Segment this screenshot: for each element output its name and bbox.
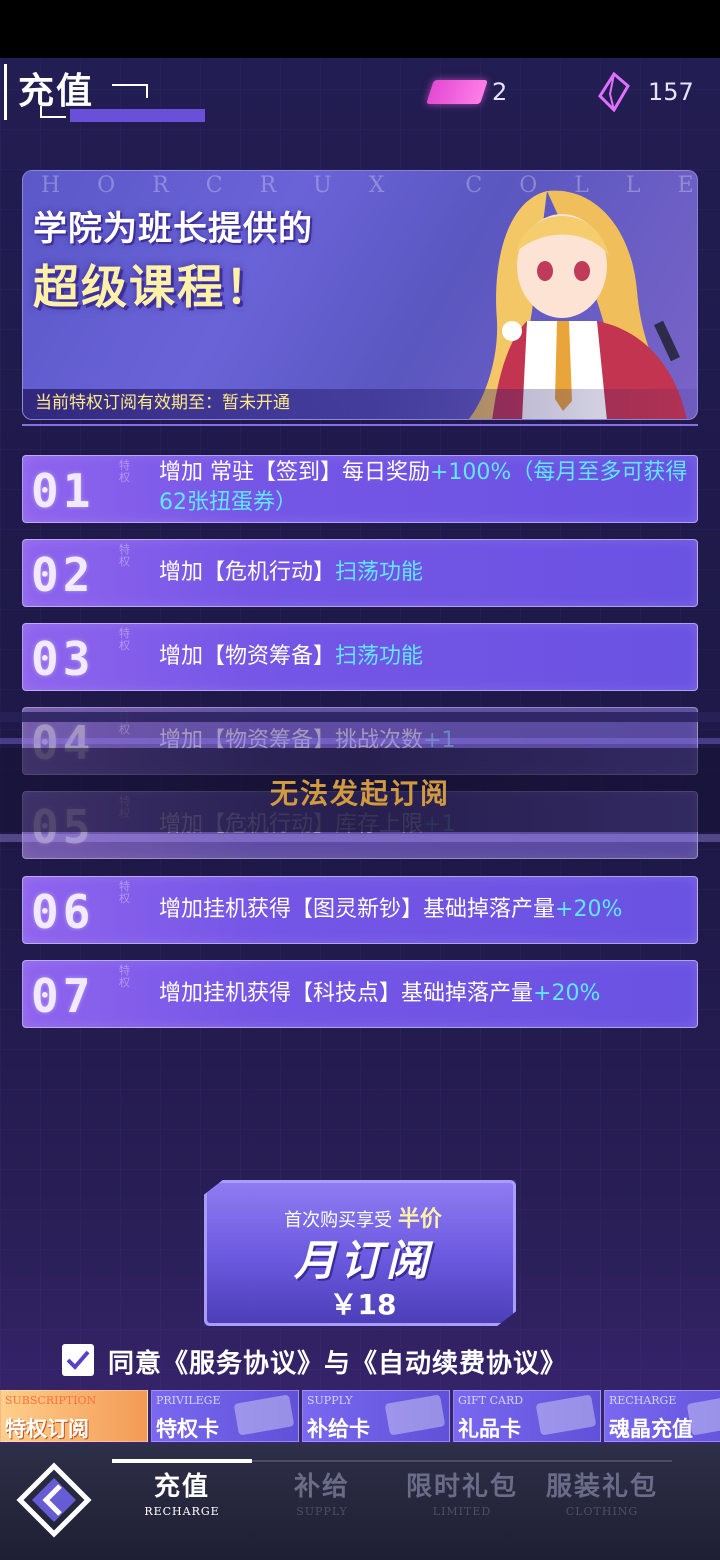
privilege-text: 增加【物资筹备】扫荡功能 <box>159 642 689 672</box>
category-tab-en: PRIVILEGE <box>156 1394 221 1407</box>
nav-tab[interactable]: 补给 SUPPLY <box>252 1466 392 1518</box>
privilege-text: 增加 常驻【签到】每日奖励+100%（每月至多可获得62张扭蛋券） <box>159 458 689 518</box>
card-icon <box>233 1394 295 1436</box>
nav-tab-label: 充值 <box>153 1472 210 1502</box>
header-accent-bar <box>4 64 7 120</box>
nav-tab-en: LIMITED <box>432 1505 492 1518</box>
subscribe-title: 月订阅 <box>293 1236 432 1285</box>
privilege-bonus: +20% <box>533 981 601 1006</box>
privilege-bonus: 扫荡功能 <box>335 644 424 669</box>
agreement-text[interactable]: 同意《服务协议》与《自动续费协议》 <box>108 1343 567 1380</box>
nav-tab-en: RECHARGE <box>144 1505 220 1518</box>
category-tab-en: SUPPLY <box>307 1394 353 1407</box>
nav-track <box>252 1460 672 1462</box>
privilege-number: 03 <box>31 632 95 686</box>
glitch-band <box>0 712 720 722</box>
nav-tab[interactable]: 限时礼包 LIMITED <box>392 1466 532 1518</box>
category-tab[interactable]: SUBSCRIPTION 特权订阅 <box>0 1390 148 1442</box>
category-tab-en: SUBSCRIPTION <box>5 1394 97 1407</box>
banner-divider <box>22 424 698 426</box>
privilege-tag: 特权 <box>119 627 130 652</box>
checkmark-icon <box>66 1350 90 1370</box>
banner-subheadline: 超级课程！ <box>33 260 273 314</box>
privilege-number: 01 <box>31 464 95 518</box>
category-tab-label: 特权卡 <box>156 1417 219 1441</box>
glitch-band <box>0 738 720 744</box>
nav-tab-en: CLOTHING <box>565 1505 639 1518</box>
category-tab-label: 礼品卡 <box>458 1417 521 1441</box>
privilege-bonus: +20% <box>555 897 623 922</box>
ticket-icon <box>426 80 488 104</box>
privilege-number: 06 <box>31 885 95 939</box>
nav-tab[interactable]: 充值 RECHARGE <box>112 1466 252 1518</box>
nav-tab[interactable]: 服装礼包 CLOTHING <box>532 1466 672 1518</box>
glitch-band <box>0 834 720 842</box>
privilege-tag: 特权 <box>119 543 130 568</box>
title-underline <box>70 109 205 122</box>
category-tab-label: 魂晶充值 <box>609 1417 693 1441</box>
category-tab[interactable]: SUPPLY 补给卡 <box>302 1390 450 1442</box>
agreement-checkbox[interactable] <box>62 1344 94 1376</box>
privilege-text: 增加挂机获得【图灵新钞】基础掉落产量+20% <box>159 895 689 925</box>
privilege-bonus: 扫荡功能 <box>335 560 424 585</box>
privilege-row: 03 特权增加【物资筹备】扫荡功能 <box>22 623 698 691</box>
category-tab[interactable]: GIFT CARD 礼品卡 <box>453 1390 601 1442</box>
privilege-row: 02 特权增加【危机行动】扫荡功能 <box>22 539 698 607</box>
nav-tab-label: 服装礼包 <box>545 1472 658 1502</box>
crystal-icon <box>598 72 630 112</box>
title-corner-decoration-2 <box>40 106 66 118</box>
monthly-subscribe-button[interactable]: 首次购买享受 半价 月订阅 ￥18 <box>204 1180 516 1326</box>
privilege-number: 07 <box>31 969 95 1023</box>
category-tab[interactable]: PRIVILEGE 特权卡 <box>151 1390 299 1442</box>
nav-tab-label: 限时礼包 <box>405 1472 518 1502</box>
status-bar <box>0 0 720 58</box>
privilege-tag: 特权 <box>119 964 130 989</box>
privilege-row: 07 特权增加挂机获得【科技点】基础掉落产量+20% <box>22 960 698 1028</box>
subscribe-price: ￥18 <box>329 1288 397 1321</box>
privilege-description: 增加【危机行动】 <box>159 560 336 585</box>
category-tab-en: RECHARGE <box>609 1394 677 1407</box>
promo-banner: HORCRUX COLLEGE 学院为班长提供的 超级课程！ 当前特权订阅有效期… <box>22 170 698 420</box>
character-illustration <box>468 190 687 419</box>
nav-active-indicator <box>112 1459 252 1463</box>
subscription-expiry: 当前特权订阅有效期至：暂未开通 <box>35 393 290 413</box>
privilege-tag: 特权 <box>119 880 130 905</box>
privilege-row: 06 特权增加挂机获得【图灵新钞】基础掉落产量+20% <box>22 876 698 944</box>
privilege-description: 增加挂机获得【图灵新钞】基础掉落产量 <box>159 897 556 922</box>
privilege-number: 02 <box>31 548 95 602</box>
nav-tab-label: 补给 <box>293 1472 350 1502</box>
nav-tab-en: SUPPLY <box>296 1505 348 1518</box>
title-corner-decoration <box>112 84 148 98</box>
crystal-count: 157 <box>648 78 694 106</box>
privilege-description: 增加【物资筹备】 <box>159 644 336 669</box>
card-icon <box>535 1394 597 1436</box>
back-logo-icon[interactable] <box>14 1460 94 1540</box>
privilege-row: 01 特权 增加 常驻【签到】每日奖励+100%（每月至多可获得62张扭蛋券） <box>22 455 698 523</box>
category-tab[interactable]: RECHARGE 魂晶充值 <box>604 1390 720 1442</box>
category-tab-label: 特权订阅 <box>5 1417 89 1441</box>
category-tab-en: GIFT CARD <box>458 1394 524 1407</box>
category-tab-label: 补给卡 <box>307 1417 370 1441</box>
banner-headline: 学院为班长提供的 <box>33 209 313 249</box>
privilege-text: 增加挂机获得【科技点】基础掉落产量+20% <box>159 979 689 1009</box>
card-icon <box>384 1394 446 1436</box>
privilege-text: 增加【危机行动】扫荡功能 <box>159 558 689 588</box>
privilege-description: 增加 常驻【签到】每日奖励 <box>159 460 430 485</box>
privilege-description: 增加挂机获得【科技点】基础掉落产量 <box>159 981 534 1006</box>
ticket-count: 2 <box>492 78 508 106</box>
toast-message: 无法发起订阅 <box>269 777 450 810</box>
privilege-tag: 特权 <box>119 459 130 484</box>
